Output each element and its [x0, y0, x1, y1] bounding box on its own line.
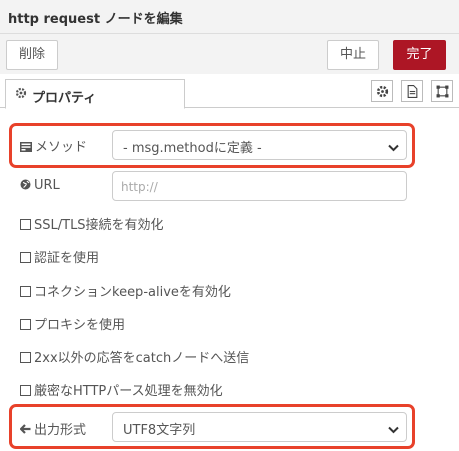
done-button[interactable]: 完了: [393, 40, 446, 70]
url-input[interactable]: [119, 177, 398, 197]
option-proxy-label: プロキシを使用: [34, 318, 126, 333]
url-field[interactable]: [112, 171, 407, 201]
dialog-button-bar: 削除 中止 完了: [0, 34, 459, 74]
method-label: メソッド: [35, 140, 88, 155]
delete-button[interactable]: 削除: [6, 40, 58, 70]
checkbox[interactable]: [20, 319, 31, 330]
return-label: 出力形式: [34, 423, 87, 438]
checkbox[interactable]: [20, 219, 31, 230]
chevron-down-icon: [388, 423, 399, 438]
globe-icon: [20, 179, 31, 194]
option-catch-non2xx-label: 2xx以外の応答をcatchノードへ送信: [34, 351, 250, 366]
tab-properties-label: プロパティ: [32, 91, 97, 106]
node-appearance-button[interactable]: [431, 80, 453, 102]
url-label: URL: [34, 178, 60, 193]
dialog-titlebar: http request ノードを編集: [0, 0, 459, 34]
checkbox[interactable]: [20, 252, 31, 263]
option-auth-label: 認証を使用: [34, 251, 100, 266]
option-proxy[interactable]: プロキシを使用: [20, 314, 125, 333]
method-select-value: - msg.methodに定義 -: [123, 141, 262, 156]
option-keepalive[interactable]: コネクションkeep-aliveを有効化: [20, 281, 231, 300]
tab-properties[interactable]: プロパティ: [5, 79, 185, 109]
option-insecure-parser-label: 厳密なHTTPパース処理を無効化: [34, 384, 223, 399]
checkbox[interactable]: [20, 352, 31, 363]
return-label-row: 出力形式: [19, 419, 87, 438]
method-select[interactable]: - msg.methodに定義 -: [112, 130, 407, 160]
option-catch-non2xx[interactable]: 2xx以外の応答をcatchノードへ送信: [20, 347, 249, 366]
return-select[interactable]: UTF8文字列: [112, 412, 407, 442]
list-icon: [20, 141, 32, 156]
cancel-button[interactable]: 中止: [327, 40, 379, 70]
return-select-value: UTF8文字列: [123, 423, 196, 438]
option-auth[interactable]: 認証を使用: [20, 247, 99, 266]
arrow-left-icon: [19, 423, 31, 438]
dialog-title: http request ノードを編集: [8, 12, 183, 27]
gear-icon: [15, 87, 27, 103]
option-keepalive-label: コネクションkeep-aliveを有効化: [34, 285, 231, 300]
option-insecure-parser[interactable]: 厳密なHTTPパース処理を無効化: [20, 380, 223, 399]
option-ssl[interactable]: SSL/TLS接続を有効化: [20, 214, 164, 233]
node-settings-button[interactable]: [371, 80, 393, 102]
url-label-row: URL: [20, 178, 60, 194]
option-ssl-label: SSL/TLS接続を有効化: [34, 218, 164, 233]
method-label-row: メソッド: [20, 136, 87, 156]
node-description-button[interactable]: [401, 80, 423, 102]
checkbox[interactable]: [20, 286, 31, 297]
chevron-down-icon: [388, 141, 399, 156]
checkbox[interactable]: [20, 385, 31, 396]
